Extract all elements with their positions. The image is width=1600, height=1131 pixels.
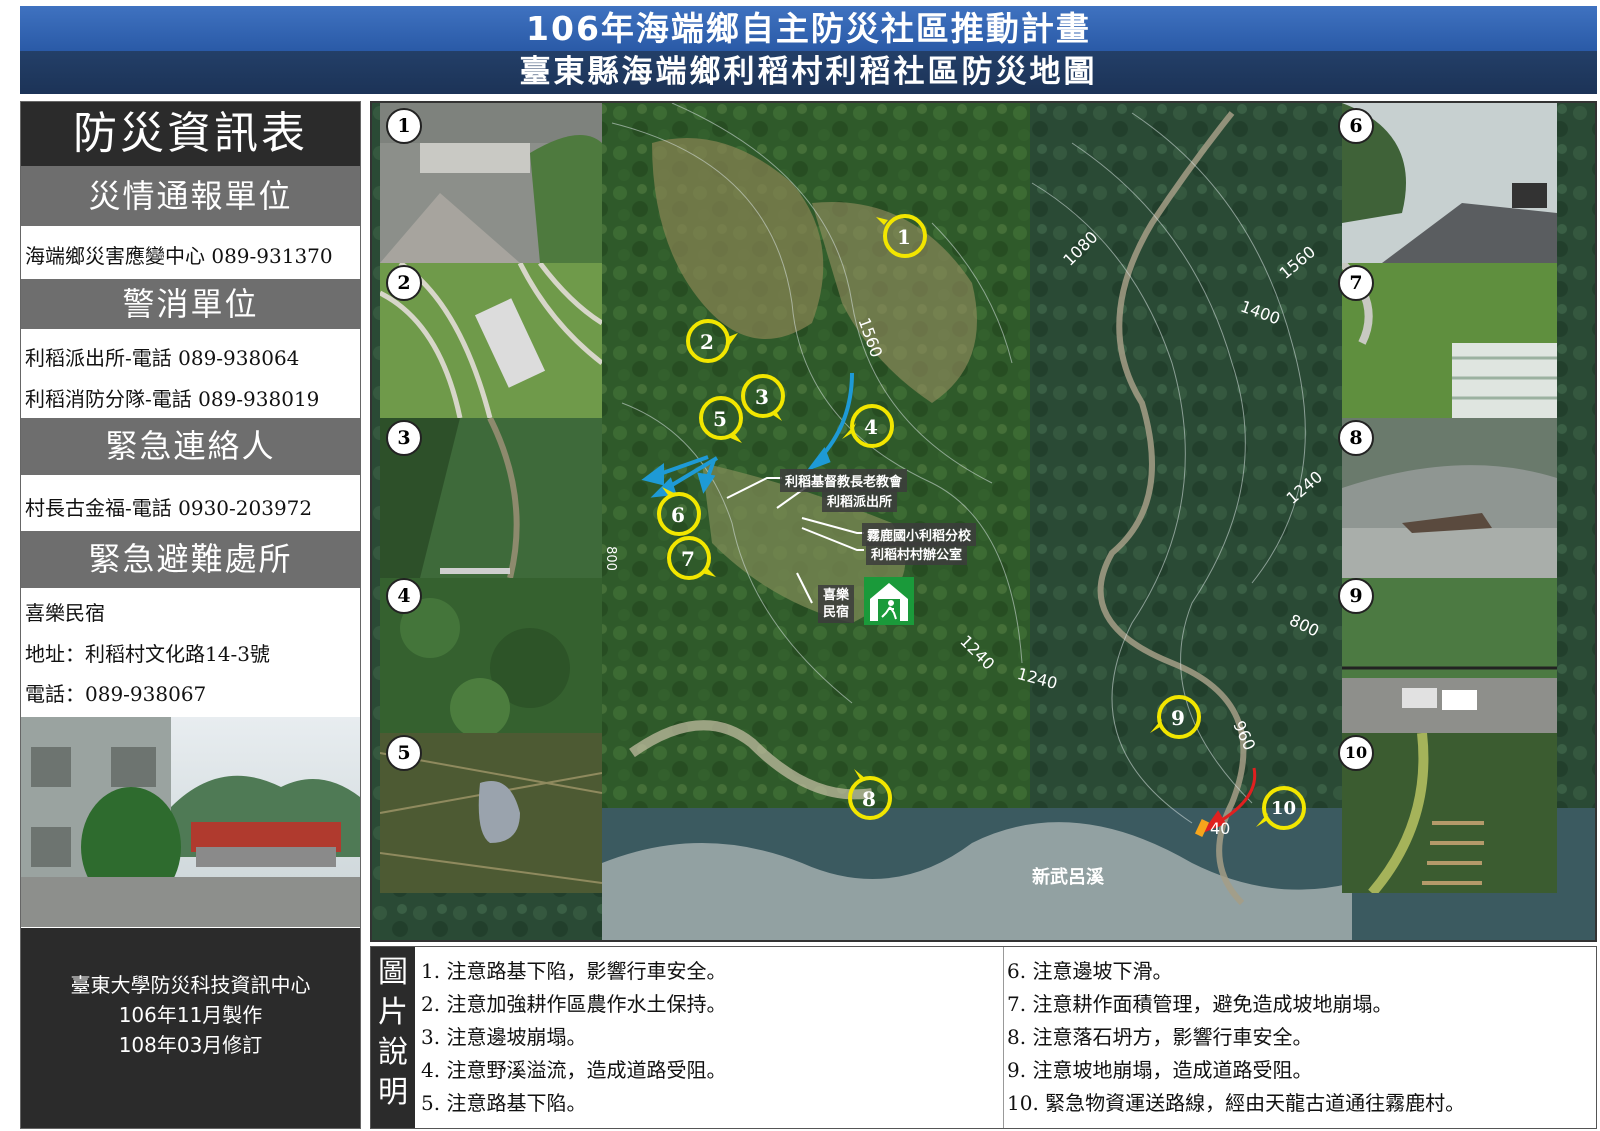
credits-made: 106年11月製作 [118,1003,263,1027]
marker-10-num: 10 [1271,798,1297,819]
fire-line: 利稻消防分隊-電話 089-938019 [25,387,320,411]
credits-block: 臺東大學防災科技資訊中心 106年11月製作 108年03月修訂 [21,928,360,1128]
marker-7-num: 7 [681,547,695,571]
marker-2-num: 2 [700,330,714,354]
credits-revised: 108年03月修訂 [118,1033,263,1057]
marker-6-num: 6 [671,503,685,527]
header-subtitle: 臺東縣海端鄉利稻村利稻社區防災地圖 [20,51,1597,94]
marker-9-num: 9 [1171,706,1185,730]
legend-item-9: 9. 注意坡地崩塌，造成道路受阻。 [1007,1058,1313,1082]
legend-item-4: 4. 注意野溪溢流，造成道路受阻。 [421,1058,727,1082]
disaster-report-heading: 災情通報單位 [21,166,360,226]
marker-3-num: 3 [755,385,769,409]
marker-layer [657,214,1306,830]
legend-item-3: 3. 注意邊坡崩塌。 [421,1025,587,1049]
police-fire-heading: 警消單位 [21,279,360,329]
marker-5-num: 5 [713,407,727,431]
shelter-phone: 電話：089-938067 [25,682,207,706]
legend-item-1: 1. 注意路基下陷，影響行車安全。 [421,959,727,983]
legend-item-6: 6. 注意邊坡下滑。 [1007,959,1173,983]
header-title: 106年海端鄉自主防災社區推動計畫 [20,6,1597,51]
legend-label-char: 圖 [378,955,408,990]
legend-item-8: 8. 注意落石坍方，影響行車安全。 [1007,1025,1313,1049]
credits-org: 臺東大學防災科技資訊中心 [70,973,311,997]
legend-item-7: 7. 注意耕作面積管理，避免造成坡地崩塌。 [1007,992,1393,1016]
legend-item-5: 5. 注意路基下陷。 [421,1091,587,1115]
legend-item-2: 2. 注意加強耕作區農作水土保持。 [421,992,727,1016]
legend-label-char: 明 [378,1075,408,1110]
legend-divider [1003,947,1004,1128]
legend-item-10: 10. 緊急物資運送路線，經由天龍古道通往霧鹿村。 [1007,1091,1466,1115]
photo-legend: 圖 片 說 明 1. 注意路基下陷，影響行車安全。 2. 注意加強耕作區農作水土… [370,946,1597,1129]
info-panel-title: 防災資訊表 [21,102,360,166]
shelter-photo [21,717,360,927]
legend-label: 圖 片 說 明 [371,947,415,1128]
marker-4-num: 4 [864,415,878,439]
emergency-contact-heading: 緊急連絡人 [21,418,360,475]
shelter-address: 地址：利稻村文化路14-3號 [25,642,270,666]
disaster-report-line: 海端鄉災害應變中心 089-931370 [25,244,333,268]
marker-1-num: 1 [897,225,911,249]
police-line: 利稻派出所-電話 089-938064 [25,346,300,370]
emergency-contact-line: 村長古金福-電話 0930-203972 [25,496,313,520]
info-panel: 防災資訊表 災情通報單位 海端鄉災害應變中心 089-931370 警消單位 利… [20,101,361,1129]
shelter-heading: 緊急避難處所 [21,531,360,588]
legend-label-char: 片 [378,995,408,1030]
legend-label-char: 說 [378,1035,408,1070]
map-frame: 1 2 3 4 5 6 7 8 9 10 利稻基督教長老教會 利稻派出所 霧鹿國… [370,101,1597,942]
marker-8-num: 8 [862,787,876,811]
shelter-name: 喜樂民宿 [25,601,105,625]
